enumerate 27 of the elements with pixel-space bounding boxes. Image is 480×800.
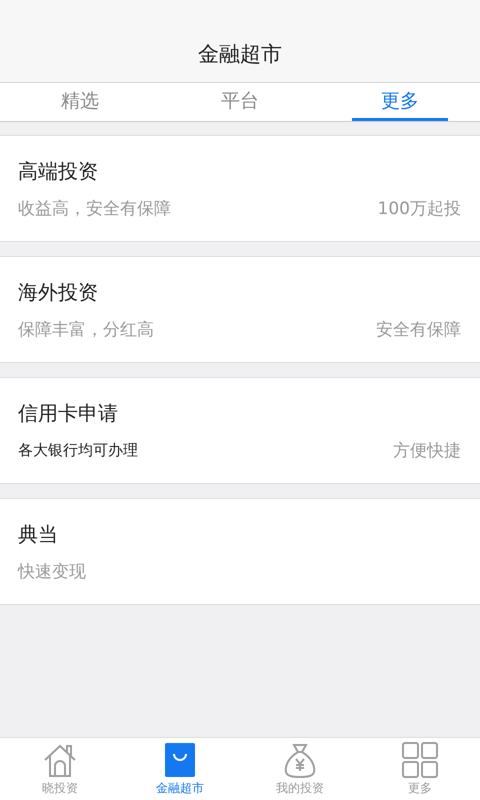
card-note: 方便快捷 xyxy=(393,440,461,462)
product-card[interactable]: 海外投资 保障丰富，分红高 安全有保障 xyxy=(0,256,480,363)
card-subtitle: 各大银行均可办理 xyxy=(18,440,138,460)
nav-item[interactable]: 晓投资 xyxy=(0,738,120,800)
grid-icon xyxy=(402,742,438,778)
card-note: 安全有保障 xyxy=(376,318,461,340)
shopping-bag-icon xyxy=(164,742,196,778)
nav-item[interactable]: 更多 xyxy=(360,738,480,800)
page-title: 金融超市 xyxy=(198,41,282,68)
card-note: 100万起投 xyxy=(378,198,461,220)
nav-item[interactable]: 金融超市 xyxy=(120,738,240,800)
money-bag-icon xyxy=(282,742,318,778)
nav-item[interactable]: 我的投资 xyxy=(240,738,360,800)
card-title: 海外投资 xyxy=(18,278,99,306)
card-title: 信用卡申请 xyxy=(18,400,119,426)
product-card[interactable]: 典当 快速变现 xyxy=(0,498,480,605)
home-icon xyxy=(42,742,78,778)
tab[interactable]: 精选 xyxy=(32,83,128,121)
card-subtitle: 快速变现 xyxy=(18,560,86,582)
tab[interactable]: 平台 xyxy=(192,83,288,121)
tab[interactable]: 更多 xyxy=(352,83,448,121)
card-subtitle: 保障丰富，分红高 xyxy=(18,318,154,340)
card-subtitle: 收益高，安全有保障 xyxy=(18,198,171,220)
card-title: 高端投资 xyxy=(18,158,99,184)
card-title: 典当 xyxy=(18,520,59,548)
product-card[interactable]: 高端投资 收益高，安全有保障 100万起投 xyxy=(0,135,480,242)
product-card[interactable]: 信用卡申请 各大银行均可办理 方便快捷 xyxy=(0,377,480,484)
